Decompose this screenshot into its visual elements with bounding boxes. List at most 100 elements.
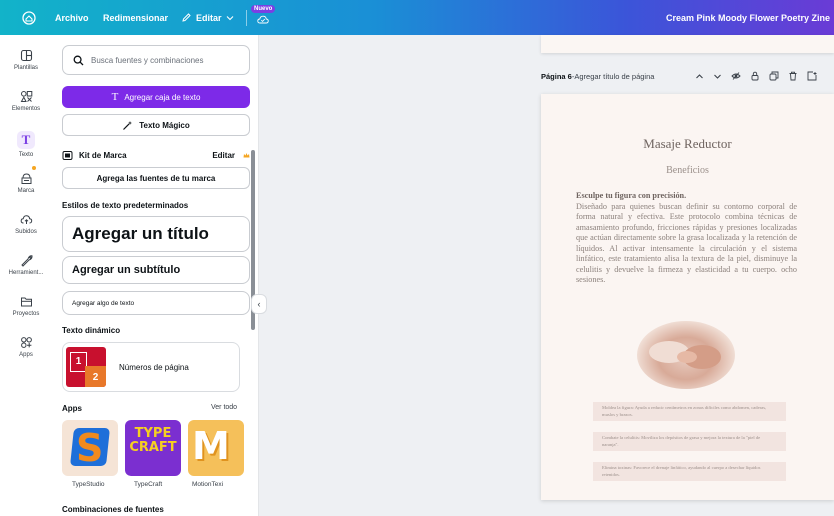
benefit-note[interactable]: Elimina toxinas: Favorece el drenaje lin…	[593, 462, 786, 481]
brand-icon	[21, 173, 31, 184]
search-icon	[73, 55, 84, 65]
rail-label: Subidos	[15, 229, 37, 235]
page-title-input[interactable]: Agregar título de página	[574, 72, 654, 81]
app-name: TypeStudio	[72, 481, 105, 488]
new-feature-button[interactable]: Nuevo	[251, 5, 281, 31]
rail-item-templates[interactable]: Plantillas	[0, 49, 52, 71]
crown-icon	[243, 153, 250, 158]
notification-dot	[32, 166, 36, 170]
rail-label: Herramient...	[8, 270, 44, 276]
magic-text-button[interactable]: Texto Mágico	[62, 114, 250, 136]
add-subtitle-label: Agregar un subtítulo	[72, 264, 181, 276]
chevron-down-icon[interactable]	[713, 72, 722, 81]
projects-icon	[20, 297, 32, 307]
brand-kit-label: Kit de Marca	[79, 151, 127, 160]
edit-menu[interactable]: Editar	[181, 12, 234, 23]
apps-icon	[20, 337, 32, 348]
benefit-note[interactable]: Combate la celulitis: Moviliza los depós…	[593, 432, 786, 451]
page-numbers-card[interactable]: 1 2 Números de página	[62, 342, 240, 392]
search-input[interactable]: Busca fuentes y combinaciones	[91, 56, 204, 65]
duplicate-icon[interactable]	[769, 71, 779, 81]
font-combos-heading: Combinaciones de fuentes	[62, 505, 164, 514]
add-brand-fonts-button[interactable]: Agrega las fuentes de tu marca	[62, 167, 250, 189]
page-numbers-label: Números de página	[119, 362, 189, 372]
see-all-apps-link[interactable]: Ver todo	[211, 404, 237, 411]
brand-kit-row: Kit de Marca Editar	[62, 150, 250, 161]
search-field[interactable]: Busca fuentes y combinaciones	[62, 45, 250, 75]
top-bar: Archivo Redimensionar Editar Nuevo Cream…	[0, 0, 834, 35]
page-numbers-thumbnail: 1 2	[66, 347, 106, 387]
collapse-panel-button[interactable]: ‹	[251, 294, 267, 314]
page-number-label: Página 6	[541, 71, 572, 81]
rail-item-tools[interactable]: Herramient...	[0, 254, 52, 276]
body-lead: Esculpe tu figura con precisión.	[576, 191, 687, 200]
file-menu[interactable]: Archivo	[55, 13, 89, 23]
add-title-button[interactable]: Agregar un título	[62, 216, 250, 252]
text-t-icon: T	[111, 91, 119, 103]
add-brand-fonts-label: Agrega las fuentes de tu marca	[96, 173, 216, 183]
massage-photo[interactable]	[637, 321, 735, 389]
trash-icon[interactable]	[788, 71, 798, 81]
rail-label: Elementos	[11, 106, 41, 112]
uploads-icon	[20, 215, 32, 224]
page-actions	[695, 68, 817, 84]
brand-kit-edit-link[interactable]: Editar	[212, 151, 235, 160]
app-tile-typestudio[interactable]: S	[62, 420, 118, 476]
document-title[interactable]: Cream Pink Moody Flower Poetry Zine	[666, 13, 830, 23]
home-icon[interactable]	[22, 11, 36, 25]
previous-page[interactable]	[541, 35, 834, 53]
new-badge: Nuevo	[251, 5, 276, 13]
magic-wand-icon	[123, 120, 133, 130]
rail-item-elements[interactable]: Elementos	[0, 90, 52, 112]
page-body-text[interactable]: Esculpe tu figura con precisión. Diseñad…	[576, 191, 797, 286]
rail-item-brand[interactable]: Marca	[0, 172, 52, 194]
design-page[interactable]: Masaje Reductor Beneficios Esculpe tu fi…	[541, 94, 834, 500]
text-icon: T	[17, 131, 35, 149]
page-subheading[interactable]: Beneficios	[541, 165, 834, 176]
add-page-icon[interactable]	[807, 71, 817, 81]
page-header: Página 6 - Agregar título de página	[541, 68, 834, 84]
tools-icon	[20, 255, 33, 267]
add-textbox-label: Agregar caja de texto	[124, 92, 201, 102]
thumb-page-two: 2	[85, 366, 106, 387]
apps-row: S TYPE CRAFT M	[62, 420, 244, 476]
divider	[246, 10, 247, 26]
photo-hand	[677, 351, 697, 363]
hide-page-icon[interactable]	[731, 71, 741, 81]
elements-icon	[20, 91, 32, 102]
apps-heading: Apps	[62, 404, 82, 413]
rail-item-uploads[interactable]: Subidos	[0, 213, 52, 235]
rail-label: Plantillas	[13, 65, 38, 71]
page-heading[interactable]: Masaje Reductor	[541, 136, 834, 152]
default-styles-heading: Estilos de texto predeterminados	[62, 201, 189, 210]
lock-icon[interactable]	[750, 71, 760, 81]
add-body-text-button[interactable]: Agregar algo de texto	[62, 291, 250, 315]
app-name: TypeCraft	[134, 481, 163, 488]
rail-label: Texto	[18, 152, 34, 158]
motiontext-letter: M	[192, 424, 230, 468]
magic-text-label: Texto Mágico	[139, 120, 190, 130]
rail-label: Proyectos	[12, 311, 40, 317]
body-paragraph: Diseñado para quienes buscan definir su …	[576, 201, 797, 285]
add-body-label: Agregar algo de texto	[72, 299, 135, 307]
brand-kit-icon	[62, 151, 73, 160]
rail-item-apps[interactable]: Apps	[0, 336, 52, 358]
typecraft-logo-text: TYPE CRAFT	[129, 426, 177, 455]
typestudio-letter: S	[76, 426, 104, 470]
add-title-label: Agregar un título	[72, 224, 209, 243]
cloud-check-icon	[257, 15, 269, 24]
add-textbox-button[interactable]: T Agregar caja de texto	[62, 86, 250, 108]
rail-item-text[interactable]: T Texto	[0, 131, 52, 158]
rail-item-projects[interactable]: Proyectos	[0, 295, 52, 317]
chevron-up-icon[interactable]	[695, 72, 704, 81]
app-tile-motiontext[interactable]: M	[188, 420, 244, 476]
chevron-down-icon	[226, 15, 233, 20]
benefit-note[interactable]: Moldea la figura: Ayuda a reducir centím…	[593, 402, 786, 421]
edit-label: Editar	[196, 12, 222, 23]
add-subtitle-button[interactable]: Agregar un subtítulo	[62, 256, 250, 284]
app-tile-typecraft[interactable]: TYPE CRAFT	[125, 420, 181, 476]
rail-label: Marca	[17, 188, 35, 194]
resize-menu[interactable]: Redimensionar	[103, 13, 168, 23]
pencil-icon	[182, 13, 191, 22]
app-name: MotionTexi	[192, 481, 224, 488]
